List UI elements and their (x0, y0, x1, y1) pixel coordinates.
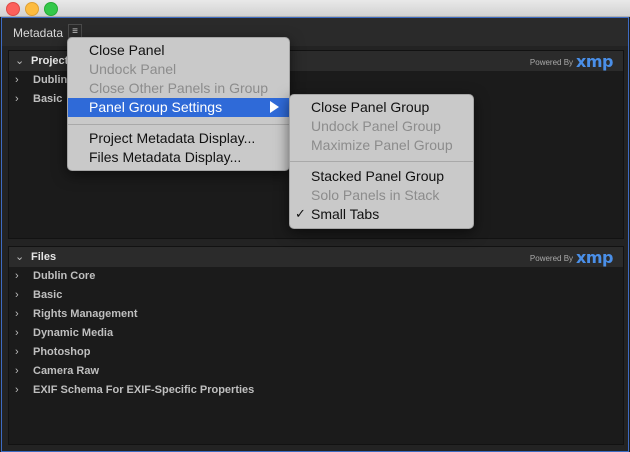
list-item[interactable]: › Camera Raw (9, 362, 623, 381)
checkmark-icon: ✓ (295, 206, 306, 221)
menu-item-label: Maximize Panel Group (311, 137, 453, 153)
chevron-right-icon[interactable]: › (15, 384, 19, 396)
menu-item-label: Undock Panel (89, 61, 177, 77)
menu-item-label: Files Metadata Display... (89, 149, 242, 165)
chevron-right-icon[interactable]: › (15, 270, 19, 282)
chevron-down-icon[interactable]: ⌄ (15, 250, 24, 263)
section-title: Project (31, 55, 69, 67)
list-item[interactable]: › Dynamic Media (9, 324, 623, 343)
list-item[interactable]: › Photoshop (9, 343, 623, 362)
chevron-right-icon[interactable]: › (15, 365, 19, 377)
close-window-icon[interactable] (6, 2, 20, 16)
list-item[interactable]: › Basic (9, 286, 623, 305)
menu-item-panel-group-settings[interactable]: Panel Group Settings (68, 98, 289, 117)
powered-by-xmp: Powered By xmp (529, 52, 614, 71)
menu-item-label: Close Other Panels in Group (89, 80, 268, 96)
chevron-right-icon[interactable]: › (15, 74, 19, 86)
section-title: Files (31, 251, 57, 263)
menu-separator (290, 161, 473, 162)
menu-item-undock-panel-group[interactable]: Undock Panel Group (290, 117, 473, 136)
menu-item-label: Project Metadata Display... (89, 130, 256, 146)
panel-menu-icon[interactable]: ≡ (68, 24, 82, 38)
chevron-right-icon[interactable]: › (15, 308, 19, 320)
menu-item-files-metadata-display[interactable]: Files Metadata Display... (68, 148, 289, 167)
list-item[interactable]: › EXIF Schema For EXIF-Specific Properti… (9, 381, 623, 400)
menu-item-stacked-panel-group[interactable]: Stacked Panel Group (290, 167, 473, 186)
row-label: Rights Management (33, 308, 138, 320)
tab-metadata[interactable]: Metadata (13, 26, 63, 40)
xmp-logo: xmp (576, 52, 613, 71)
chevron-right-icon[interactable]: › (15, 346, 19, 358)
powered-by-text: Powered By (529, 253, 574, 263)
files-section: ⌄ Files Powered By xmp › Dublin Core › B… (8, 246, 624, 445)
menu-item-label: Stacked Panel Group (311, 168, 445, 184)
chevron-right-icon[interactable]: › (15, 289, 19, 301)
row-label: Basic (33, 289, 63, 301)
menu-item-undock-panel[interactable]: Undock Panel (68, 60, 289, 79)
powered-by-text: Powered By (529, 57, 574, 67)
menu-item-close-panel[interactable]: Close Panel (68, 41, 289, 60)
row-label: Dublin (33, 74, 68, 86)
row-label: Dublin Core (33, 270, 96, 282)
menu-item-label: Close Panel Group (311, 99, 430, 115)
submenu-arrow-icon (270, 101, 279, 113)
menu-item-close-other-panels[interactable]: Close Other Panels in Group (68, 79, 289, 98)
powered-by-xmp: Powered By xmp (529, 248, 614, 267)
menu-item-close-panel-group[interactable]: Close Panel Group (290, 98, 473, 117)
menu-item-maximize-panel-group[interactable]: Maximize Panel Group (290, 136, 473, 155)
list-item[interactable]: › Rights Management (9, 305, 623, 324)
list-item[interactable]: › Dublin Core (9, 267, 623, 286)
row-label: Camera Raw (33, 365, 100, 377)
menu-item-label: Close Panel (89, 42, 165, 58)
row-label: Dynamic Media (33, 327, 114, 339)
zoom-window-icon[interactable] (44, 2, 58, 16)
panel-group-settings-submenu: Close Panel Group Undock Panel Group Max… (289, 94, 474, 229)
menu-item-label: Panel Group Settings (89, 99, 223, 115)
menu-item-label: Small Tabs (311, 206, 380, 222)
menu-item-label: Undock Panel Group (311, 118, 441, 134)
menu-item-project-metadata-display[interactable]: Project Metadata Display... (68, 129, 289, 148)
chevron-right-icon[interactable]: › (15, 93, 19, 105)
xmp-logo: xmp (576, 248, 613, 267)
row-label: EXIF Schema For EXIF-Specific Properties (33, 384, 255, 396)
menu-item-solo-panels-in-stack[interactable]: Solo Panels in Stack (290, 186, 473, 205)
menu-item-label: Solo Panels in Stack (311, 187, 440, 203)
panel-context-menu: Close Panel Undock Panel Close Other Pan… (67, 37, 290, 171)
files-section-header[interactable]: ⌄ Files Powered By xmp (9, 247, 623, 267)
minimize-window-icon[interactable] (25, 2, 39, 16)
menu-item-small-tabs[interactable]: ✓ Small Tabs (290, 205, 473, 224)
window-titlebar (0, 0, 630, 17)
chevron-right-icon[interactable]: › (15, 327, 19, 339)
menu-separator (68, 124, 289, 125)
row-label: Basic (33, 93, 63, 105)
row-label: Photoshop (33, 346, 91, 358)
chevron-down-icon[interactable]: ⌄ (15, 54, 24, 67)
